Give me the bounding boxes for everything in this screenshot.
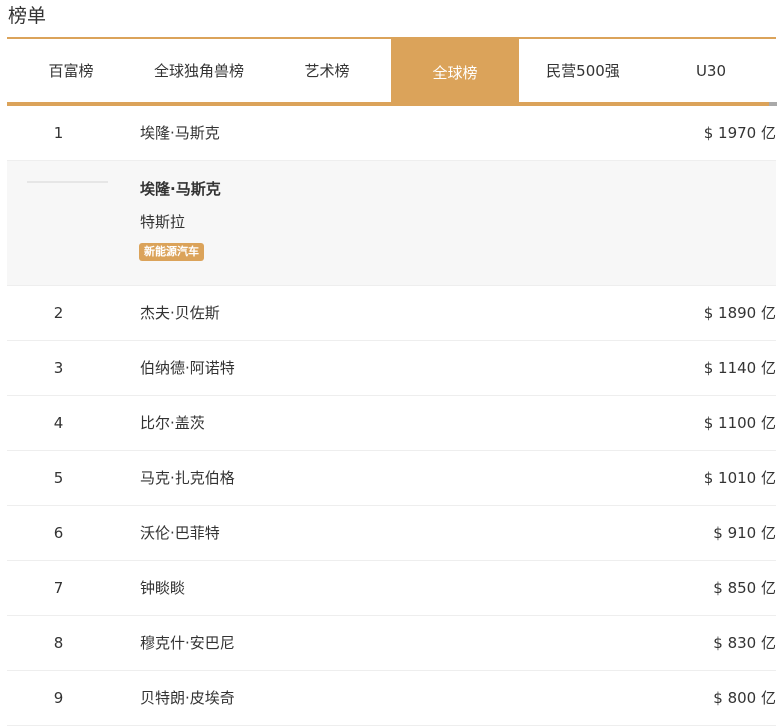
table-row[interactable]: 7 钟睒睒 $ 850 亿 [7, 561, 776, 616]
ranking-list: 1 埃隆·马斯克 $ 1970 亿 埃隆·马斯克 特斯拉 新能源汽车 2 杰夫·… [7, 106, 776, 726]
rank-number: 6 [53, 524, 64, 542]
rank-number: 1 [53, 124, 64, 142]
table-row[interactable]: 1 埃隆·马斯克 $ 1970 亿 [7, 106, 776, 161]
tab-global-unicorn[interactable]: 全球独角兽榜 [135, 39, 263, 102]
net-worth: $ 1890 亿 [703, 304, 776, 322]
tab-private-500[interactable]: 民营500强 [519, 39, 647, 102]
net-worth: $ 850 亿 [713, 579, 776, 597]
person-name: 伯纳德·阿诺特 [140, 359, 235, 377]
net-worth: $ 910 亿 [713, 524, 776, 542]
person-name: 埃隆·马斯克 [140, 124, 220, 142]
tab-art[interactable]: 艺术榜 [263, 39, 391, 102]
rank-number: 7 [53, 579, 64, 597]
rank-number: 4 [53, 414, 64, 432]
net-worth: $ 800 亿 [713, 689, 776, 707]
table-row[interactable]: 8 穆克什·安巴尼 $ 830 亿 [7, 616, 776, 671]
person-name: 杰夫·贝佐斯 [140, 304, 220, 322]
rank-number: 2 [53, 304, 64, 322]
rank-number: 9 [53, 689, 64, 707]
rank-number: 8 [53, 634, 64, 652]
person-name: 马克·扎克伯格 [140, 469, 235, 487]
detail-company: 特斯拉 [140, 213, 186, 231]
tab-u30[interactable]: U30 [647, 39, 775, 102]
table-row[interactable]: 6 沃伦·巴菲特 $ 910 亿 [7, 506, 776, 561]
net-worth: $ 1970 亿 [703, 124, 776, 142]
person-name: 贝特朗·皮埃奇 [140, 689, 235, 707]
person-name: 钟睒睒 [140, 579, 186, 597]
table-row[interactable]: 9 贝特朗·皮埃奇 $ 800 亿 [7, 671, 776, 726]
table-row[interactable]: 2 杰夫·贝佐斯 $ 1890 亿 [7, 286, 776, 341]
rank-number: 3 [53, 359, 64, 377]
portrait-image [27, 181, 108, 183]
person-name: 比尔·盖茨 [140, 414, 205, 432]
table-row[interactable]: 5 马克·扎克伯格 $ 1010 亿 [7, 451, 776, 506]
tab-global[interactable]: 全球榜 [391, 39, 519, 106]
net-worth: $ 830 亿 [713, 634, 776, 652]
table-row[interactable]: 3 伯纳德·阿诺特 $ 1140 亿 [7, 341, 776, 396]
rank-number: 5 [53, 469, 64, 487]
net-worth: $ 1010 亿 [703, 469, 776, 487]
person-name: 沃伦·巴菲特 [140, 524, 220, 542]
net-worth: $ 1100 亿 [703, 414, 776, 432]
net-worth: $ 1140 亿 [703, 359, 776, 377]
ranking-tabs: 百富榜 全球独角兽榜 艺术榜 全球榜 民营500强 U30 [7, 37, 776, 106]
person-name: 穆克什·安巴尼 [140, 634, 235, 652]
detail-person-name: 埃隆·马斯克 [140, 180, 221, 198]
tab-hurun-rich-list[interactable]: 百富榜 [7, 39, 135, 102]
industry-tag: 新能源汽车 [139, 243, 204, 261]
page-title: 榜单 [8, 5, 47, 27]
table-row[interactable]: 4 比尔·盖茨 $ 1100 亿 [7, 396, 776, 451]
row-detail-panel: 埃隆·马斯克 特斯拉 新能源汽车 [7, 161, 776, 286]
